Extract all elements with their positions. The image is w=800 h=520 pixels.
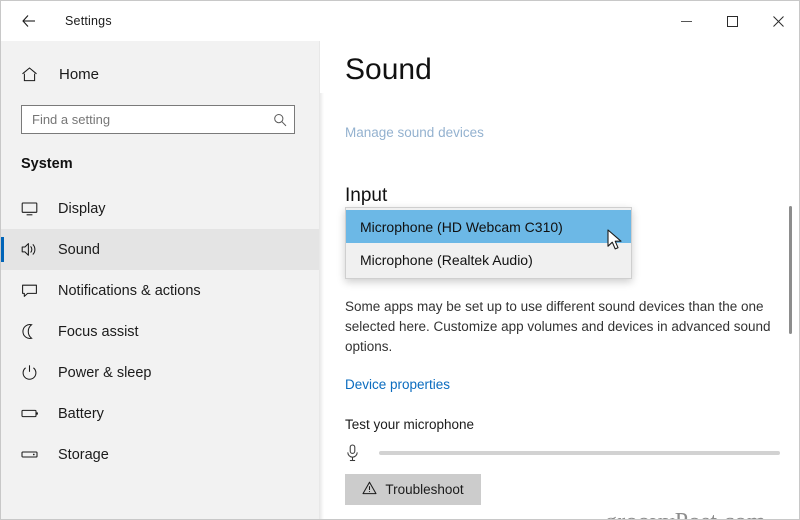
warning-icon [362,481,377,498]
battery-icon [21,405,45,422]
microphone-icon [345,444,369,462]
troubleshoot-label: Troubleshoot [385,482,464,497]
monitor-icon [21,200,45,217]
sidebar-section-title: System [21,156,73,172]
sidebar-item-label: Storage [58,446,109,463]
sidebar-item-label: Sound [58,241,100,258]
maximize-button[interactable] [709,1,755,41]
content-pane: Manage sound devices Sound Input Choose … [320,41,799,519]
input-device-dropdown-list[interactable]: Microphone (HD Webcam C310) Microphone (… [345,207,632,279]
manage-sound-devices-link-clipped[interactable]: Manage sound devices [345,125,484,140]
sidebar-item-label: Display [58,200,106,217]
home-label: Home [59,65,100,83]
sidebar-item-display[interactable]: Display [1,188,319,229]
storage-icon [21,446,45,463]
dropdown-option-realtek-audio[interactable]: Microphone (Realtek Audio) [346,243,631,276]
back-button[interactable] [9,5,49,37]
power-icon [21,364,45,381]
sidebar-item-storage[interactable]: Storage [1,434,319,475]
sidebar-nav-list: Display Sound Notifications & actions Fo… [1,188,319,475]
window-controls [663,1,799,41]
input-section-heading: Input [345,185,388,206]
moon-icon [21,323,45,340]
settings-window: Settings Home Find a setting System Disp… [0,0,800,520]
sidebar-item-label: Focus assist [58,323,139,340]
speaker-icon [21,241,45,258]
sidebar-item-battery[interactable]: Battery [1,393,319,434]
test-microphone-label: Test your microphone [345,417,475,432]
search-input[interactable] [22,106,294,133]
watermark: groovyPost.com [605,509,766,519]
sidebar-item-sound[interactable]: Sound [1,229,319,270]
sidebar-item-focus-assist[interactable]: Focus assist [1,311,319,352]
sidebar-item-label: Battery [58,405,104,422]
sidebar-item-label: Notifications & actions [58,282,201,299]
home-icon [21,66,43,83]
page-title: Sound [345,53,442,87]
microphone-level-bar [379,451,780,455]
notification-icon [21,282,45,299]
device-properties-link[interactable]: Device properties [345,377,450,392]
close-button[interactable] [755,1,799,41]
sidebar: Home System Display [1,41,319,519]
sidebar-item-power-sleep[interactable]: Power & sleep [1,352,319,393]
scrollbar-thumb[interactable] [789,206,792,334]
dropdown-option-hd-webcam[interactable]: Microphone (HD Webcam C310) [346,210,631,243]
search-icon[interactable] [273,113,287,127]
title-bar: Settings [1,1,799,41]
microphone-level-row [345,441,780,465]
minimize-button[interactable] [663,1,709,41]
troubleshoot-button[interactable]: Troubleshoot [345,474,481,505]
input-description: Some apps may be set up to use different… [345,299,771,354]
search-box[interactable] [21,105,295,134]
sidebar-item-notifications-actions[interactable]: Notifications & actions [1,270,319,311]
window-title: Settings [65,14,112,28]
sidebar-item-label: Power & sleep [58,364,152,381]
sidebar-item-home[interactable]: Home [1,57,319,91]
content-scrollbar[interactable] [786,41,795,519]
